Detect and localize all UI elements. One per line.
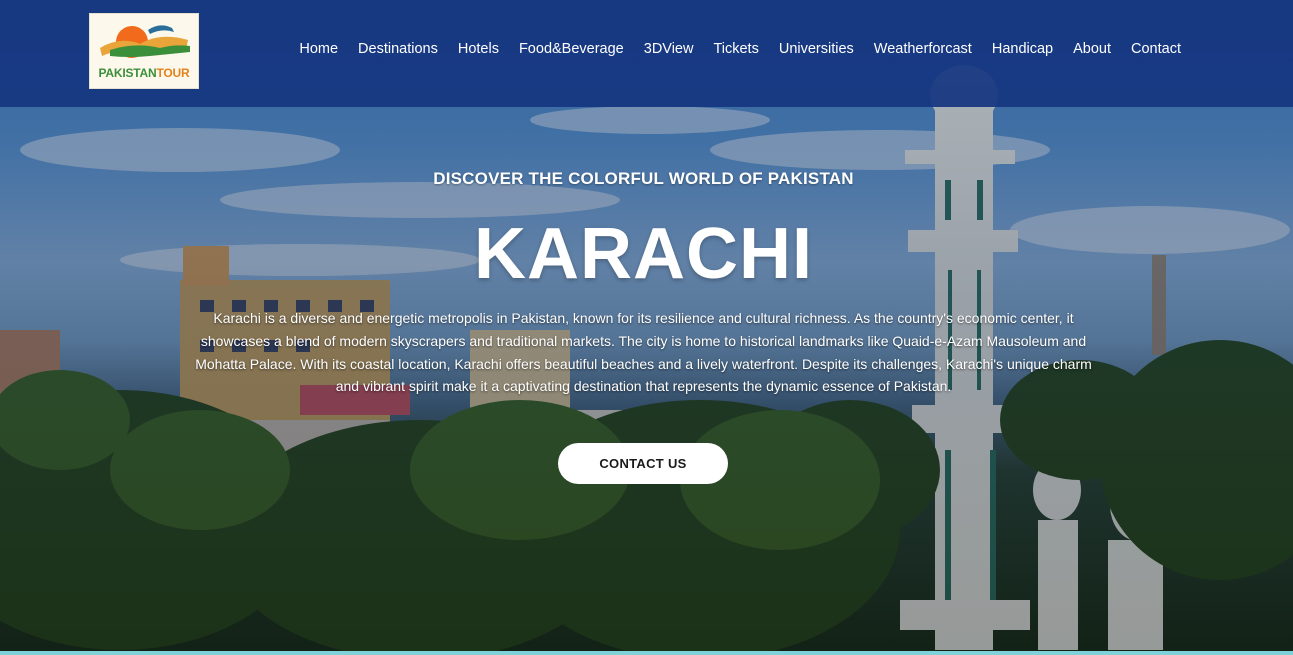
nav-item-hotels: Hotels <box>448 41 509 57</box>
hero-kicker: DISCOVER THE COLORFUL WORLD OF PAKISTAN <box>433 169 854 188</box>
nav-item-about: About <box>1063 41 1121 57</box>
logo-wordmark: PAKISTANTOUR <box>90 66 198 80</box>
nav-link-tickets[interactable]: Tickets <box>703 41 768 57</box>
nav-item-contact: Contact <box>1121 41 1191 57</box>
hero-title: KARACHI <box>474 214 813 294</box>
nav-item-handicap: Handicap <box>982 41 1063 57</box>
nav-link-food-beverage[interactable]: Food&Beverage <box>509 41 634 57</box>
logo-word-tour: TOUR <box>156 66 190 80</box>
contact-us-button[interactable]: CONTACT US <box>558 443 728 484</box>
nav-item-3dview: 3DView <box>634 41 704 57</box>
nav-link-universities[interactable]: Universities <box>769 41 864 57</box>
nav-item-food-beverage: Food&Beverage <box>509 41 634 57</box>
nav-item-weatherforcast: Weatherforcast <box>864 41 982 57</box>
nav-link-about[interactable]: About <box>1063 41 1121 57</box>
nav-link-handicap[interactable]: Handicap <box>982 41 1063 57</box>
bottom-accent-divider <box>0 651 1293 655</box>
nav-link-destinations[interactable]: Destinations <box>348 41 448 57</box>
main-navigation: Home Destinations Hotels Food&Beverage 3… <box>289 41 1191 57</box>
nav-link-contact[interactable]: Contact <box>1121 41 1191 57</box>
logo-word-pakistan: PAKISTAN <box>98 66 157 80</box>
site-logo[interactable]: PAKISTANTOUR <box>89 13 199 89</box>
nav-item-destinations: Destinations <box>348 41 448 57</box>
nav-link-hotels[interactable]: Hotels <box>448 41 509 57</box>
nav-link-home[interactable]: Home <box>289 41 348 57</box>
nav-item-tickets: Tickets <box>703 41 768 57</box>
logo-emblem-icon <box>100 25 190 58</box>
hero-description: Karachi is a diverse and energetic metro… <box>195 310 1092 395</box>
site-header: PAKISTANTOUR Home Destinations Hotels Fo… <box>0 0 1293 107</box>
nav-item-home: Home <box>289 41 348 57</box>
nav-link-3dview[interactable]: 3DView <box>634 41 704 57</box>
nav-item-universities: Universities <box>769 41 864 57</box>
nav-link-weatherforcast[interactable]: Weatherforcast <box>864 41 982 57</box>
